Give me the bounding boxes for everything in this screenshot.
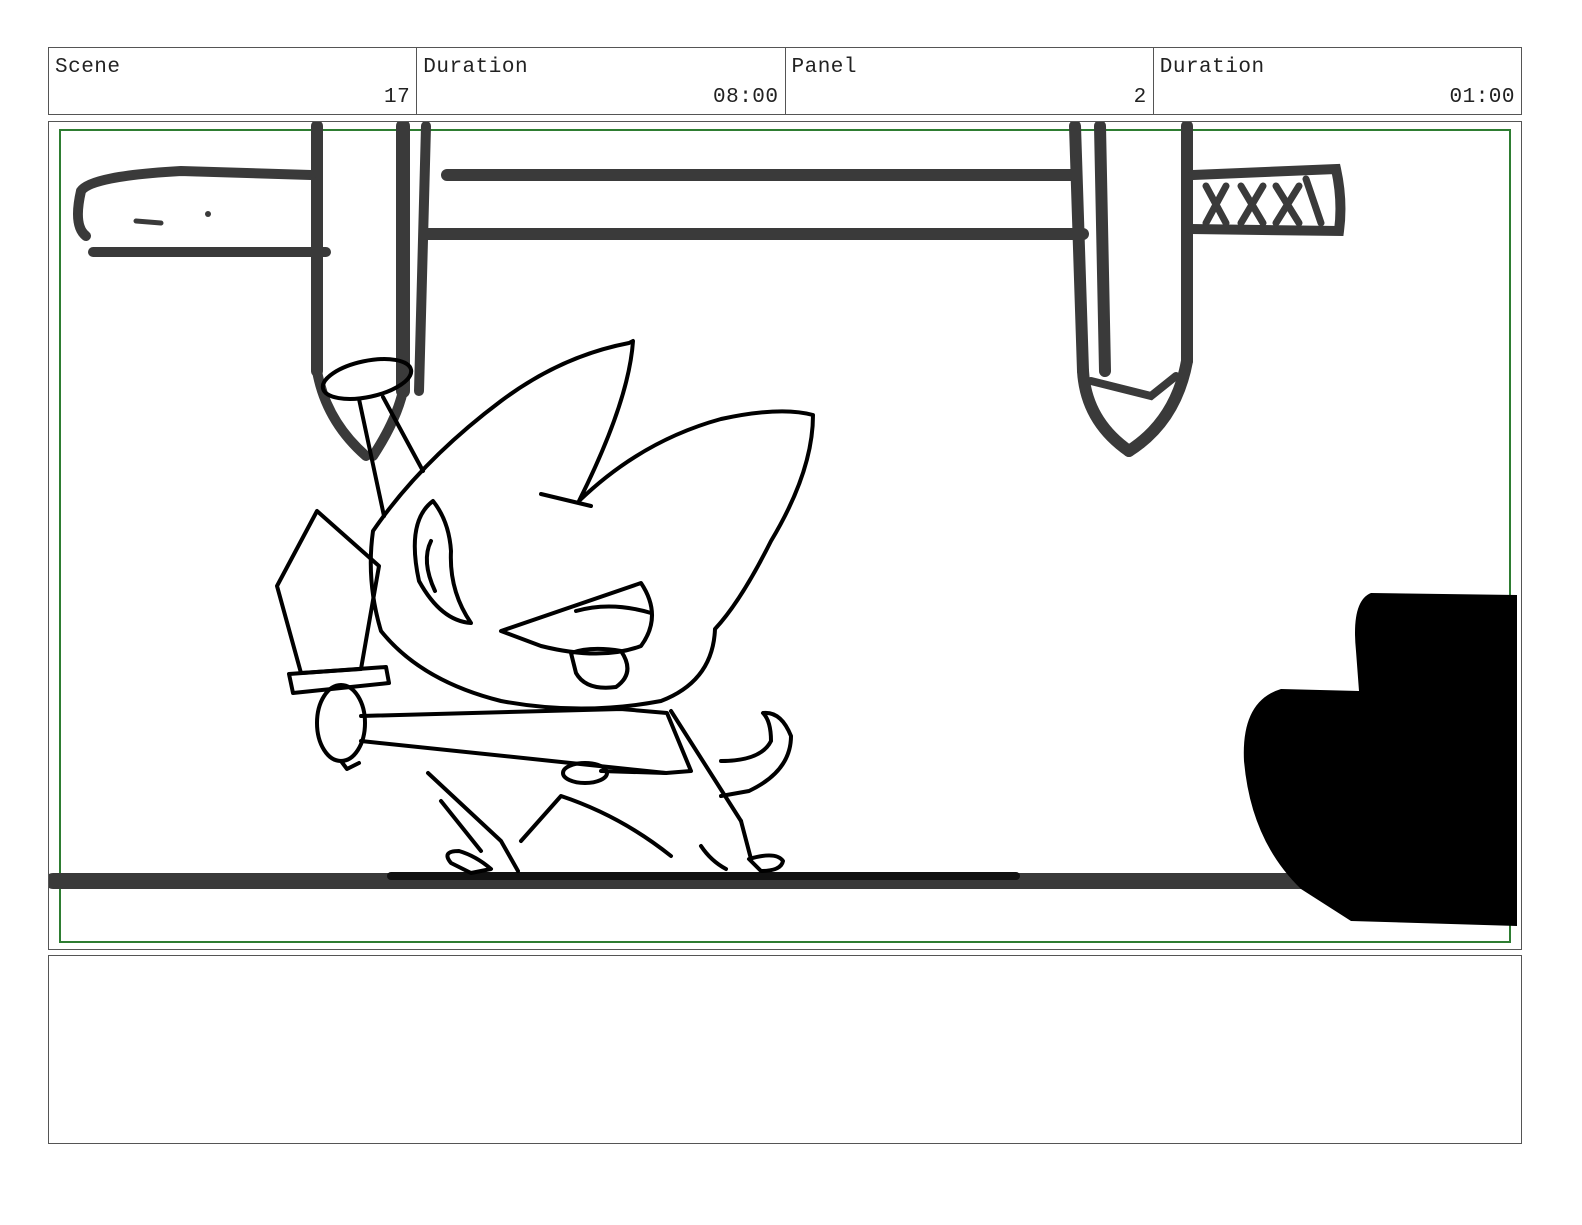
scene-duration-label: Duration xyxy=(423,56,529,79)
panel-number: 2 xyxy=(1133,86,1147,109)
panel-duration-cell: Duration 01:00 xyxy=(1154,48,1521,114)
ground-line xyxy=(49,872,1309,889)
scene-cell: Scene 17 xyxy=(49,48,418,114)
panel-duration-value: 01:00 xyxy=(1449,86,1515,109)
scene-label: Scene xyxy=(55,56,121,79)
notes-area xyxy=(48,955,1522,1144)
panel-label: Panel xyxy=(791,56,858,79)
storyboard-frame xyxy=(48,121,1522,950)
wooden-sword-sketch xyxy=(275,509,381,675)
panel-info-header: Scene 17 Duration 08:00 Panel 2 Duration… xyxy=(48,47,1522,115)
storyboard-drawing xyxy=(49,122,1517,943)
scene-duration-value: 08:00 xyxy=(712,86,779,109)
panel-duration-label: Duration xyxy=(1159,56,1265,79)
background-structure xyxy=(72,122,1346,461)
scene-duration-cell: Duration 08:00 xyxy=(417,48,786,114)
panel-cell: Panel 2 xyxy=(786,48,1154,114)
cat-character-sketch xyxy=(275,339,815,875)
scene-number: 17 xyxy=(384,86,411,109)
